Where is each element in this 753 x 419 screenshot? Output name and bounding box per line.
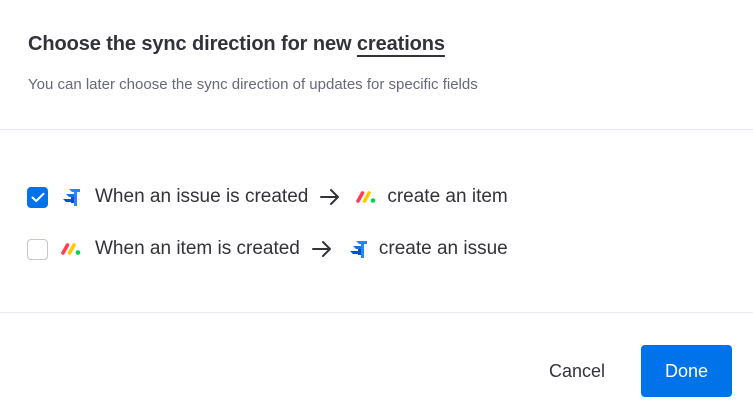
checkmark-icon: [31, 192, 44, 202]
option-source-text: When an item is created: [95, 238, 300, 259]
jira-logo-icon: [347, 238, 369, 260]
jira-logo-icon: [60, 186, 82, 208]
monday-logo-icon: [355, 186, 377, 208]
sync-option-jira-to-monday[interactable]: When an issue is created create an item: [27, 184, 508, 210]
sync-option-monday-to-jira[interactable]: When an item is created create an issue: [27, 236, 508, 262]
header-divider: [0, 129, 753, 130]
checkbox-jira-to-monday[interactable]: [27, 186, 48, 208]
dialog-title-emphasis: creations: [356, 33, 445, 55]
checkbox-monday-to-jira[interactable]: [27, 238, 48, 260]
option-target-text: create an issue: [378, 238, 508, 259]
arrow-right-icon: [319, 186, 341, 208]
done-button[interactable]: Done: [641, 345, 732, 397]
dialog-header: Choose the sync direction for new creati…: [28, 30, 733, 96]
dialog-title: Choose the sync direction for new creati…: [28, 30, 733, 58]
sync-direction-dialog: Choose the sync direction for new creati…: [0, 0, 753, 419]
dialog-subtitle: You can later choose the sync direction …: [28, 76, 478, 93]
monday-logo-icon: [60, 238, 82, 260]
option-target-text: create an item: [387, 186, 508, 207]
dialog-title-prefix: Choose the sync direction for new: [28, 33, 357, 55]
cancel-button[interactable]: Cancel: [524, 345, 630, 397]
arrow-right-icon: [311, 238, 333, 260]
option-source-text: When an issue is created: [95, 186, 309, 207]
footer-divider: [0, 312, 753, 313]
